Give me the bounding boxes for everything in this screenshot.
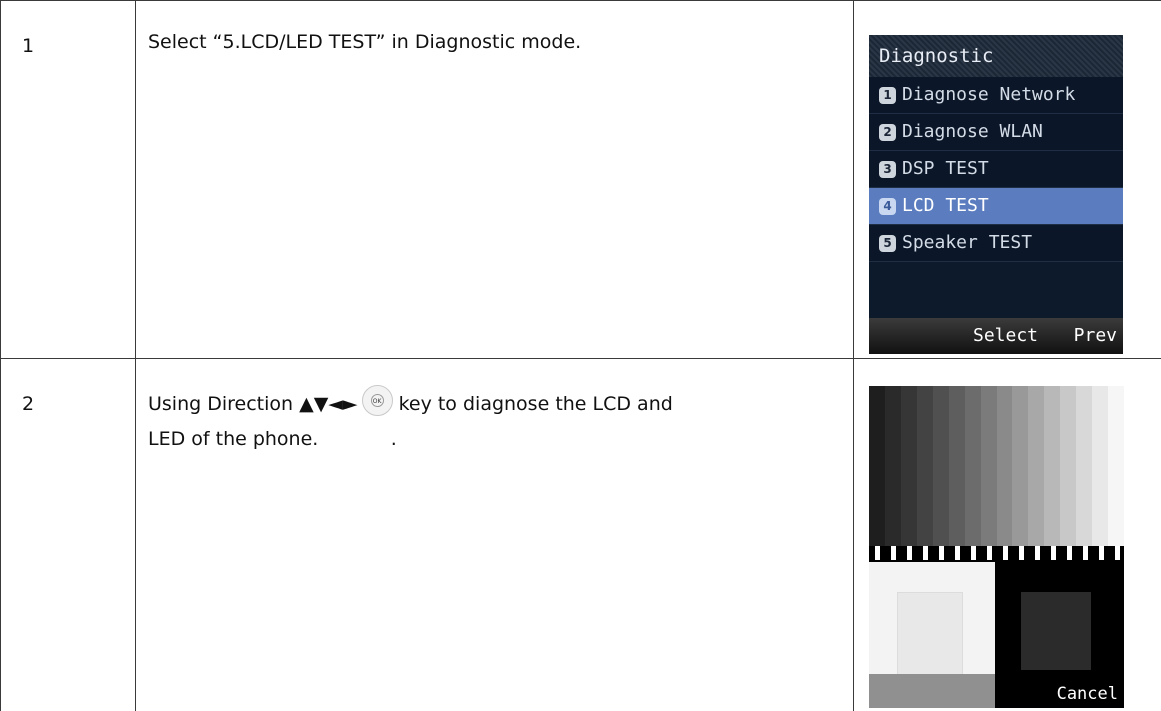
instruction-table: 1 Select “5.LCD/LED TEST” in Diagnostic …: [0, 0, 1161, 711]
number-2-icon: 2: [879, 124, 896, 141]
lcd-test-screen: Cancel: [869, 386, 1124, 708]
number-5-icon: 5: [879, 235, 896, 252]
menu-item-diagnose-wlan[interactable]: 2 Diagnose WLAN: [869, 114, 1123, 151]
step-1-instruction: Select “5.LCD/LED TEST” in Diagnostic mo…: [148, 31, 582, 53]
menu-item-diagnose-network[interactable]: 1 Diagnose Network: [869, 77, 1123, 114]
step-2-text-part1: Using Direction ▲▼◄►: [148, 393, 358, 415]
table-border-col1: [135, 0, 136, 711]
softkey-bar: Select Prev: [869, 318, 1123, 354]
table-border-middle: [0, 358, 1161, 359]
step-number-1: 1: [22, 35, 35, 57]
number-3-icon: 3: [879, 161, 896, 178]
grayscale-bars: [869, 386, 1124, 546]
select-softkey[interactable]: Select: [973, 318, 1038, 354]
menu-item-label: DSP TEST: [902, 158, 989, 179]
tick-strip: [869, 546, 1124, 562]
menu-item-speaker-test[interactable]: 5 Speaker TEST: [869, 225, 1123, 262]
menu-item-label: LCD TEST: [902, 195, 989, 216]
table-border-top: [0, 0, 1161, 1]
menu-item-lcd-test[interactable]: 4 LCD TEST: [869, 188, 1123, 225]
number-1-icon: 1: [879, 87, 896, 104]
diagnostic-menu-screen: Diagnostic 1 Diagnose Network 2 Diagnose W…: [869, 35, 1123, 354]
white-inner-square: [897, 592, 963, 680]
cancel-softkey[interactable]: Cancel: [1057, 684, 1118, 704]
menu-item-label: Speaker TEST: [902, 232, 1033, 253]
table-border-col2: [853, 0, 854, 711]
table-border-left: [0, 0, 1, 711]
number-4-icon: 4: [879, 198, 896, 215]
diagnostic-menu-title: Diagnostic: [869, 35, 1123, 77]
white-test-block: [869, 562, 995, 680]
navigation-key-icon: OK: [361, 385, 393, 416]
dark-inner-square: [1021, 592, 1091, 670]
step-2-text-part2: key to diagnose the LCD and: [398, 393, 673, 415]
prev-softkey[interactable]: Prev: [1074, 318, 1117, 354]
menu-item-label: Diagnose WLAN: [902, 121, 1043, 142]
step-2-text-line2: LED of the phone. .: [148, 428, 397, 450]
ok-key-label: OK: [370, 394, 384, 407]
gray-test-block: [869, 674, 995, 708]
step-number-2: 2: [22, 393, 35, 415]
menu-item-label: Diagnose Network: [902, 84, 1076, 105]
menu-item-dsp-test[interactable]: 3 DSP TEST: [869, 151, 1123, 188]
step-2-instruction: Using Direction ▲▼◄► OK key to diagnose th…: [148, 385, 848, 457]
